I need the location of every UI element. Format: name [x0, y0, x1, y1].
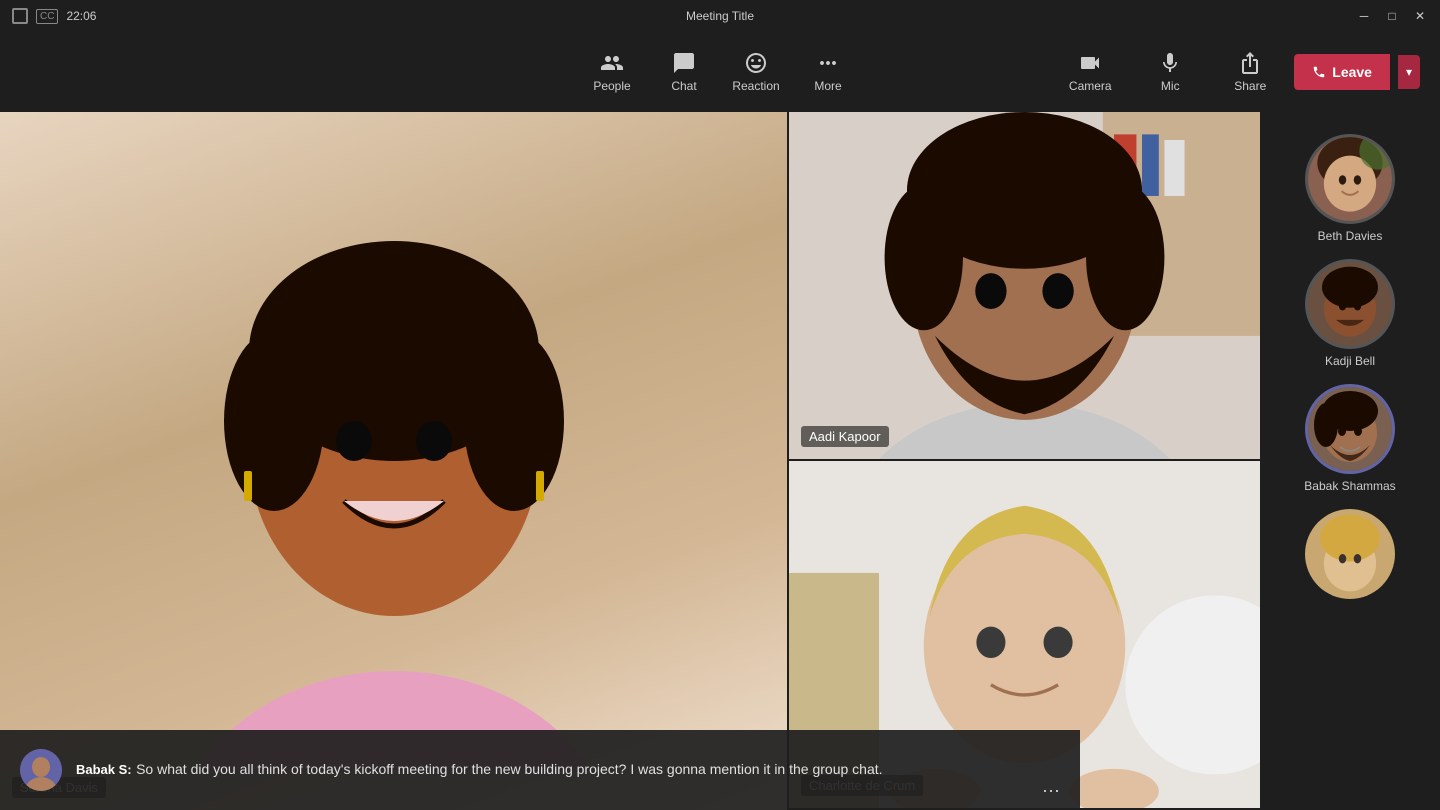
chevron-icon: ▾	[1406, 65, 1412, 79]
babak-sidebar-avatar-svg	[1308, 387, 1392, 471]
cc-badge: CC	[36, 9, 58, 24]
meeting-timer: 22:06	[66, 9, 96, 23]
toolbar-right-actions: Camera Mic Share Leave ▾	[1054, 32, 1420, 112]
toolbar-mic[interactable]: Mic	[1134, 32, 1206, 112]
toolbar-people[interactable]: People	[576, 32, 648, 112]
video-grid: Serena Davis	[0, 112, 1260, 810]
people-icon	[600, 51, 624, 75]
more-label: More	[814, 79, 841, 93]
mic-label: Mic	[1161, 79, 1180, 93]
caption-options-button[interactable]: ⋯	[1042, 781, 1060, 802]
leave-label: Leave	[1332, 64, 1372, 80]
caption-text-block: Babak S: So what did you all think of to…	[76, 760, 1028, 780]
kadji-avatar-svg	[1308, 259, 1392, 349]
toolbar-reaction[interactable]: Reaction	[720, 32, 792, 112]
babak-avatar-svg	[20, 749, 62, 791]
beth-name: Beth Davies	[1318, 229, 1383, 243]
beth-avatar-svg	[1308, 134, 1392, 224]
maximize-button[interactable]: □	[1384, 9, 1400, 23]
extra-avatar-svg	[1308, 509, 1392, 599]
extra-avatar	[1305, 509, 1395, 599]
sidebar-item-kadji[interactable]: Kadji Bell	[1260, 249, 1440, 374]
share-icon	[1238, 51, 1262, 75]
babak-name: Babak Shammas	[1304, 479, 1395, 493]
serena-avatar-svg	[194, 151, 594, 771]
leave-button[interactable]: Leave	[1294, 54, 1390, 90]
minimize-button[interactable]: ─	[1356, 9, 1372, 23]
close-button[interactable]: ✕	[1412, 9, 1428, 23]
kadji-name: Kadji Bell	[1325, 354, 1375, 368]
toolbar-chat[interactable]: Chat	[648, 32, 720, 112]
aadi-avatar-svg	[789, 112, 1260, 459]
toolbar: People Chat Reaction More Camera Mi	[0, 32, 1440, 112]
babak-sidebar-avatar	[1305, 384, 1395, 474]
camera-label: Camera	[1069, 79, 1112, 93]
toolbar-camera[interactable]: Camera	[1054, 32, 1126, 112]
titlebar: CC 22:06 Meeting Title ─ □ ✕	[0, 0, 1440, 32]
sidebar-item-extra[interactable]	[1260, 499, 1440, 605]
beth-avatar	[1305, 134, 1395, 224]
toolbar-more[interactable]: More	[792, 32, 864, 112]
caption-message-text: So what did you all think of today's kic…	[136, 761, 882, 777]
kadji-avatar	[1305, 259, 1395, 349]
aadi-label: Aadi Kapoor	[801, 426, 889, 447]
window-controls: ─ □ ✕	[1356, 9, 1428, 23]
main-content: Serena Davis	[0, 112, 1440, 810]
meeting-title: Meeting Title	[686, 9, 754, 23]
video-cell-aadi[interactable]: Aadi Kapoor	[787, 112, 1260, 461]
caption-speaker: Babak S:	[76, 762, 132, 777]
sidebar-item-babak[interactable]: Babak Shammas	[1260, 374, 1440, 499]
leave-phone-icon	[1312, 65, 1326, 79]
security-icon	[12, 8, 28, 24]
chat-label: Chat	[671, 79, 696, 93]
toolbar-share[interactable]: Share	[1214, 32, 1286, 112]
share-label: Share	[1234, 79, 1266, 93]
sidebar-participants: Beth Davies Kadji Bell	[1260, 112, 1440, 810]
main-video-serena[interactable]: Serena Davis	[0, 112, 787, 810]
camera-icon	[1078, 51, 1102, 75]
serena-video-fill	[0, 112, 787, 810]
sidebar-item-beth[interactable]: Beth Davies	[1260, 124, 1440, 249]
right-video-column: Aadi Kapoor	[787, 112, 1260, 810]
leave-chevron-button[interactable]: ▾	[1398, 55, 1420, 89]
caption-bar: Babak S: So what did you all think of to…	[0, 730, 1080, 810]
chat-icon	[672, 51, 696, 75]
reaction-label: Reaction	[732, 79, 779, 93]
more-icon	[816, 51, 840, 75]
people-label: People	[593, 79, 630, 93]
titlebar-left: CC 22:06	[12, 8, 96, 24]
mic-icon	[1158, 51, 1182, 75]
reaction-icon	[744, 51, 768, 75]
caption-avatar	[20, 749, 62, 791]
